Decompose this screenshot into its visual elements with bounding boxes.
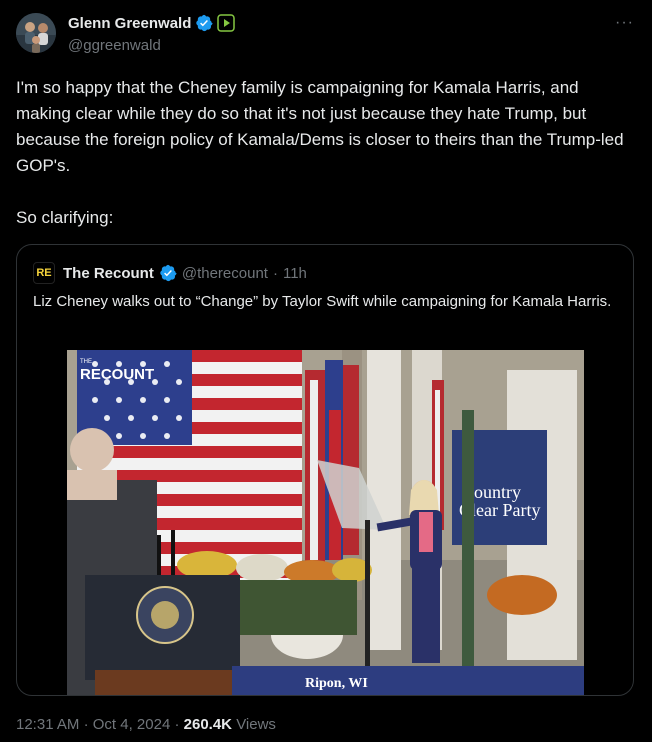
- tweet-footer: 12:31 AM · Oct 4, 2024 · 260.4K Views: [16, 716, 276, 733]
- separator: ·: [83, 716, 89, 733]
- recount-logo-icon: RE: [33, 262, 55, 284]
- quoted-author-name[interactable]: The Recount: [63, 265, 154, 282]
- watermark-top: THE: [80, 359, 92, 365]
- quoted-tweet-text: Liz Cheney walks out to “Change” by Tayl…: [33, 293, 612, 310]
- video-scene: Country Clear Party Ripon, WI THE RECOUN…: [67, 350, 584, 695]
- quoted-timestamp[interactable]: 11h: [283, 265, 307, 282]
- views-count: 260.4K: [183, 716, 233, 733]
- verified-badge-icon: [160, 264, 177, 282]
- quoted-author-handle[interactable]: @therecount: [182, 265, 268, 282]
- quoted-tweet[interactable]: RE The Recount @therecount · 11h Liz Che…: [16, 244, 634, 696]
- separator: ·: [272, 264, 278, 282]
- author-handle[interactable]: @ggreenwald: [68, 37, 161, 54]
- tweet-text: I'm so happy that the Cheney family is c…: [16, 78, 624, 227]
- rumble-icon[interactable]: [217, 14, 236, 32]
- banner-text: Ripon, WI: [305, 676, 368, 691]
- author-name-row: Glenn Greenwald: [68, 14, 236, 32]
- author-name[interactable]: Glenn Greenwald: [68, 15, 191, 32]
- tweet-time[interactable]: 12:31 AM: [16, 716, 79, 733]
- quoted-tweet-header: RE The Recount @therecount · 11h: [33, 262, 307, 284]
- more-options-icon[interactable]: ···: [615, 14, 634, 32]
- views-label: Views: [236, 716, 276, 733]
- video-thumbnail[interactable]: Country Clear Party Ripon, WI THE RECOUN…: [67, 350, 584, 695]
- author-avatar[interactable]: [16, 13, 56, 53]
- watermark-main: RECOUNT: [80, 366, 154, 383]
- separator: ·: [174, 716, 180, 733]
- verified-badge-icon: [196, 14, 213, 32]
- tweet-date[interactable]: Oct 4, 2024: [93, 716, 171, 733]
